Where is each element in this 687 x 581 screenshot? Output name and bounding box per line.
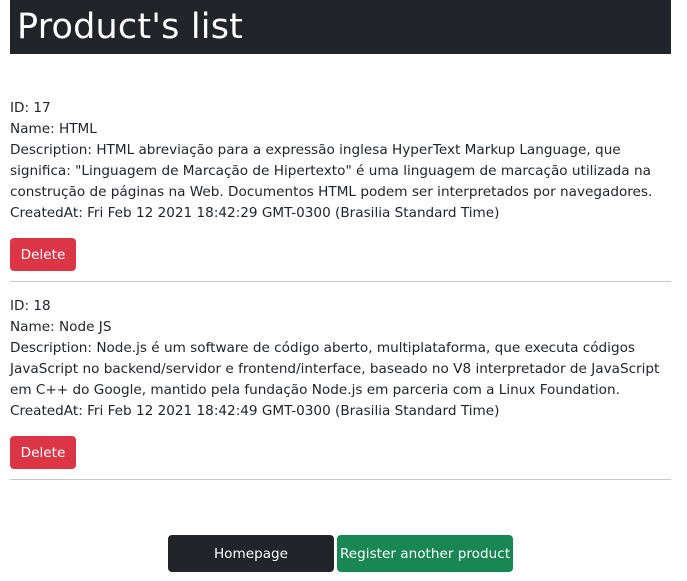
product-item: ID: 18 Name: Node JS Description: Node.j…	[10, 296, 671, 480]
product-description: Description: Node.js é um software de có…	[10, 340, 660, 398]
product-list: ID: 17 Name: HTML Description: HTML abre…	[10, 98, 671, 494]
page: Product's list ID: 17 Name: HTML Descrip…	[0, 0, 687, 581]
product-name: Name: Node JS	[10, 319, 112, 335]
page-title: Product's list	[17, 7, 244, 47]
product-name: Name: HTML	[10, 121, 97, 137]
product-created-at: CreatedAt: Fri Feb 12 2021 18:42:49 GMT-…	[10, 403, 500, 419]
footer-actions: Homepage Register another product	[168, 535, 513, 572]
product-id: ID: 17	[10, 100, 51, 116]
delete-button[interactable]: Delete	[10, 436, 76, 469]
homepage-button[interactable]: Homepage	[168, 535, 334, 572]
divider	[10, 281, 671, 282]
product-item: ID: 17 Name: HTML Description: HTML abre…	[10, 98, 671, 282]
page-header: Product's list	[10, 0, 671, 54]
product-created-at: CreatedAt: Fri Feb 12 2021 18:42:29 GMT-…	[10, 205, 500, 221]
product-id: ID: 18	[10, 298, 51, 314]
register-product-button[interactable]: Register another product	[337, 535, 513, 572]
delete-button[interactable]: Delete	[10, 238, 76, 271]
divider	[10, 479, 671, 480]
product-description: Description: HTML abreviação para a expr…	[10, 142, 653, 200]
